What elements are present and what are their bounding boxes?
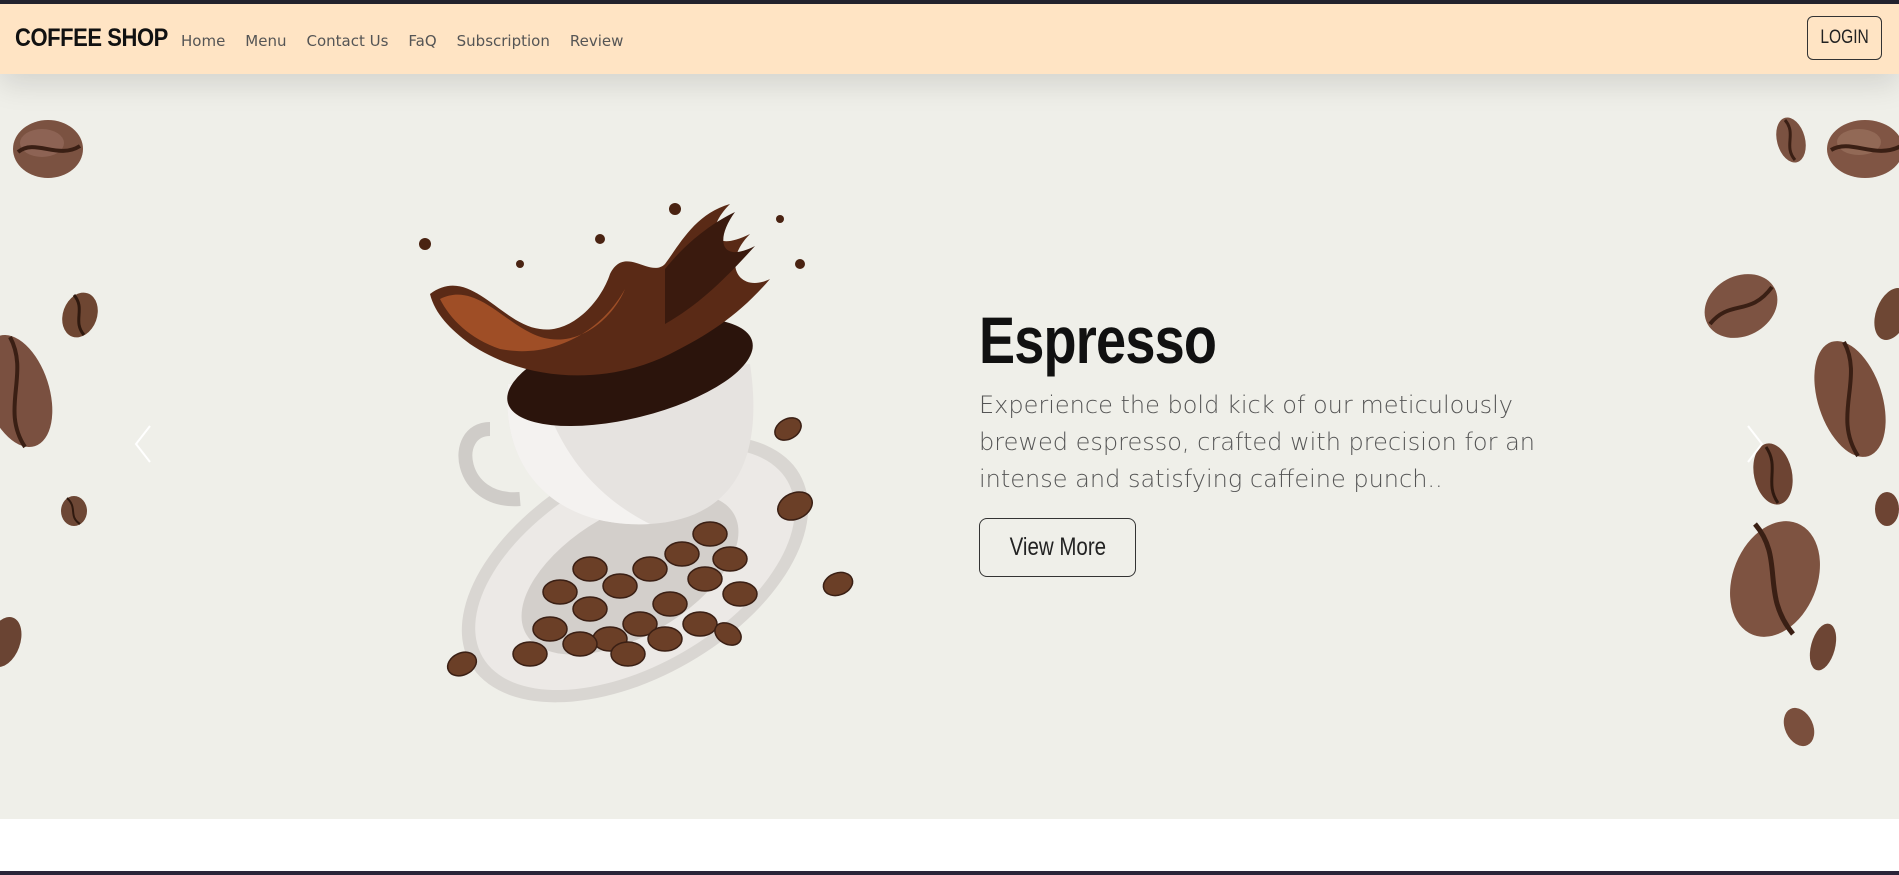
bottom-edge-strip: [0, 871, 1899, 875]
coffee-cup-image: [419, 203, 854, 703]
nav-links: Home Menu Contact Us FaQ Subscription Re…: [181, 32, 643, 50]
nav-link-contact-us[interactable]: Contact Us: [306, 32, 388, 50]
nav-link-menu[interactable]: Menu: [245, 32, 286, 50]
nav-link-faq[interactable]: FaQ: [408, 32, 436, 50]
hero-carousel: Espresso Experience the bold kick of our…: [0, 74, 1899, 819]
view-more-button[interactable]: View More: [979, 518, 1136, 577]
coffee-bean-decor: [1783, 707, 1815, 747]
nav-link-subscription[interactable]: Subscription: [457, 32, 550, 50]
coffee-bean-decor: [13, 120, 83, 178]
navbar: COFFEE SHOP Home Menu Contact Us FaQ Sub…: [0, 4, 1899, 74]
coffee-bean-decor: [0, 334, 53, 449]
coffee-bean-decor: [0, 616, 22, 668]
hero-right-edge: [1813, 74, 1899, 749]
slide-description: Experience the bold kick of our meticulo…: [979, 391, 1535, 493]
coffee-bean-decor: [1776, 117, 1806, 163]
below-hero-section: [0, 819, 1899, 871]
carousel-next-button[interactable]: [1740, 422, 1770, 466]
login-button-label: LOGIN: [1820, 27, 1869, 48]
slide-title: Espresso: [979, 303, 1217, 377]
view-more-label: View More: [1009, 533, 1106, 561]
nav-link-home[interactable]: Home: [181, 32, 225, 50]
coffee-bean-decor: [61, 496, 87, 526]
brand-logo[interactable]: COFFEE SHOP: [15, 24, 168, 53]
chevron-right-icon: [1747, 425, 1764, 463]
login-button[interactable]: LOGIN: [1807, 16, 1882, 60]
coffee-bean-decor: [1704, 274, 1778, 338]
nav-link-review[interactable]: Review: [570, 32, 624, 50]
carousel-prev-button[interactable]: [128, 422, 158, 466]
coffee-bean-decor: [62, 292, 98, 338]
chevron-left-icon: [134, 425, 151, 463]
